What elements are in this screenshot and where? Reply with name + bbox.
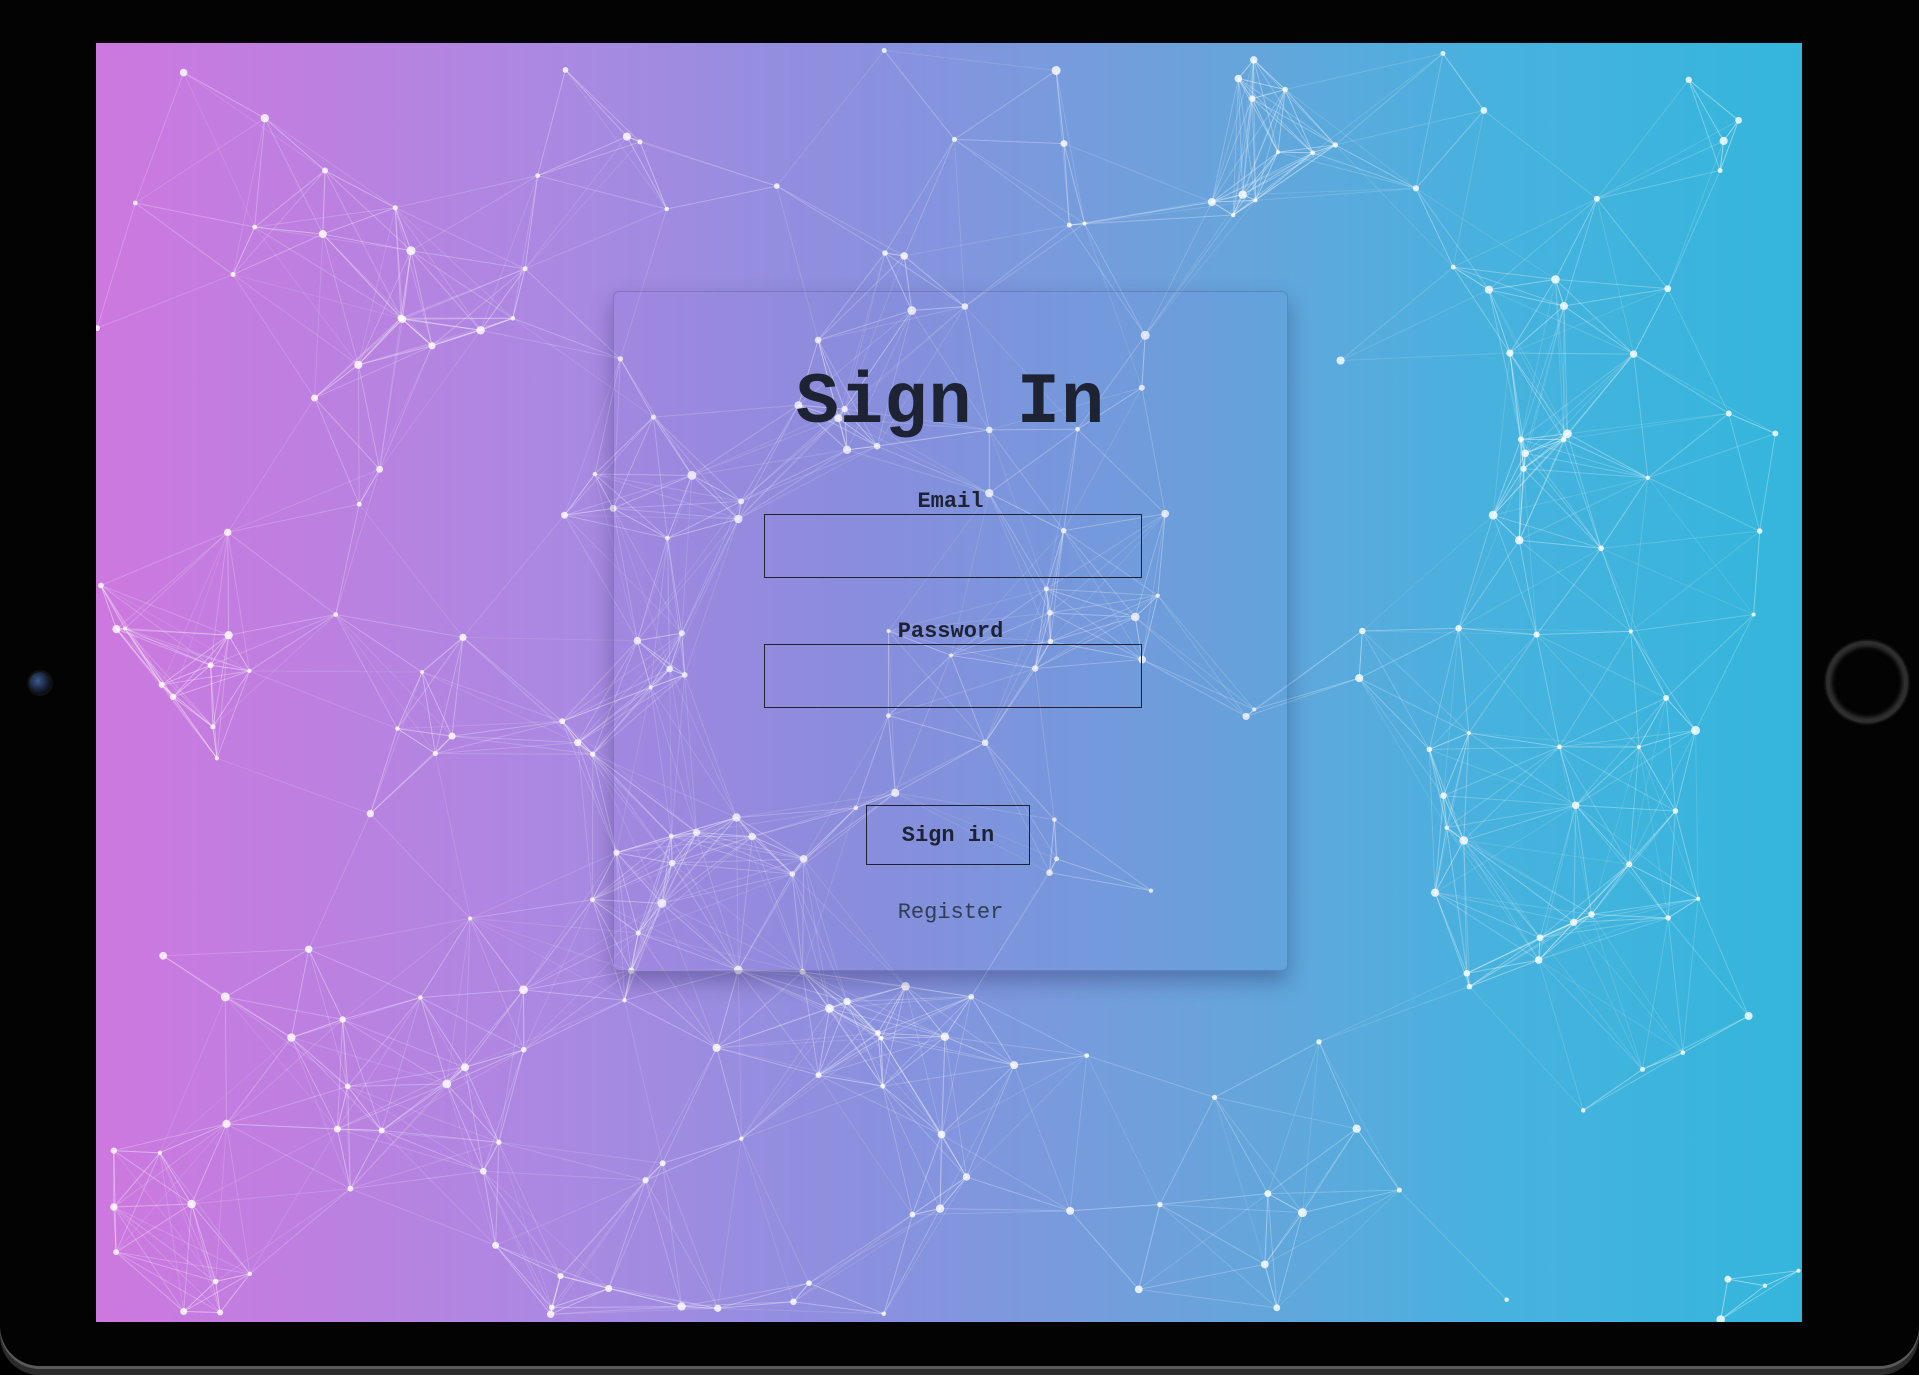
page-title: Sign In bbox=[795, 362, 1106, 444]
front-camera-icon bbox=[29, 672, 51, 694]
signin-button[interactable]: Sign in bbox=[866, 805, 1030, 865]
tablet-frame: Sign In Email Password Sign in Register bbox=[0, 0, 1919, 1375]
email-field[interactable] bbox=[764, 514, 1142, 578]
password-field[interactable] bbox=[764, 644, 1142, 708]
register-link[interactable]: Register bbox=[614, 900, 1287, 925]
home-button-icon[interactable] bbox=[1826, 641, 1908, 723]
signin-card: Sign In Email Password Sign in Register bbox=[613, 291, 1288, 971]
password-label: Password bbox=[897, 619, 1004, 644]
email-label: Email bbox=[917, 489, 984, 514]
screen: Sign In Email Password Sign in Register bbox=[96, 43, 1802, 1322]
